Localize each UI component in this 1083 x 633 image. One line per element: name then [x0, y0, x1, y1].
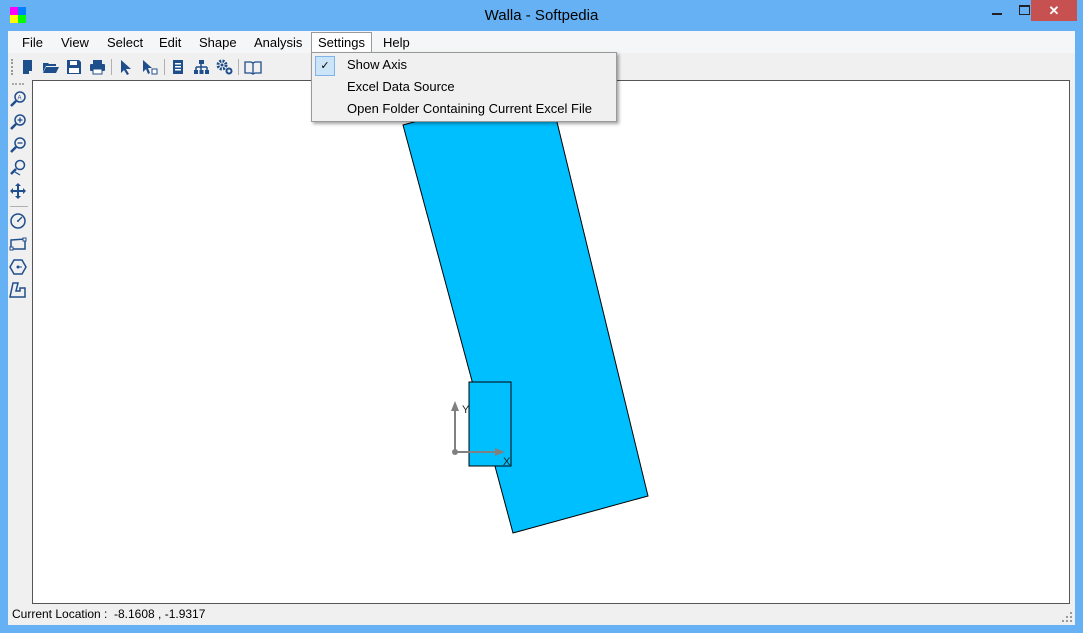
zoom-out-button[interactable] — [8, 135, 28, 155]
pan-icon — [10, 183, 26, 199]
new-button[interactable] — [18, 57, 38, 77]
menu-item-label: Show Axis — [347, 57, 407, 72]
x-axis-label: X — [503, 456, 511, 468]
title-bar: Walla - Softpedia ✕ — [0, 0, 1083, 31]
y-axis-arrow-icon — [451, 401, 459, 411]
circle-tool-icon — [10, 213, 26, 229]
zoom-auto-button[interactable]: A — [8, 89, 28, 109]
y-axis-label: Y — [462, 404, 470, 416]
toolbar-grip[interactable] — [11, 59, 15, 75]
select-arrow-icon — [121, 60, 131, 75]
pan-button[interactable] — [8, 181, 28, 201]
circle-tool-button[interactable] — [8, 211, 28, 231]
select-shape-button[interactable] — [139, 57, 159, 77]
document-button[interactable] — [168, 57, 188, 77]
zoom-in-button[interactable] — [8, 112, 28, 132]
menu-item-excel-data-source[interactable]: Excel Data Source — [312, 76, 616, 98]
hierarchy-icon — [193, 60, 209, 74]
print-button[interactable] — [87, 57, 107, 77]
sidebar-separator — [10, 206, 28, 207]
save-button[interactable] — [64, 57, 84, 77]
menu-shape[interactable]: Shape — [193, 34, 243, 51]
menu-edit[interactable]: Edit — [153, 34, 187, 51]
menu-view[interactable]: View — [55, 34, 95, 51]
toolbar-separator — [164, 59, 165, 75]
window-title: Walla - Softpedia — [484, 7, 599, 24]
zoom-out-icon — [10, 137, 26, 153]
polygon-tool-icon — [9, 259, 27, 275]
rectangle-tool-icon — [9, 237, 27, 251]
small-rectangle-shape[interactable] — [468, 381, 512, 467]
toolbar-separator — [111, 59, 112, 75]
menu-file[interactable]: File — [16, 34, 49, 51]
minimize-button[interactable] — [984, 0, 1010, 21]
rectangle-tool-button[interactable] — [8, 234, 28, 254]
canvas-drawing: Y X — [402, 84, 649, 534]
save-icon — [67, 60, 81, 74]
print-icon — [89, 60, 105, 75]
rotated-rectangle-shape[interactable] — [402, 84, 649, 534]
svg-text:A: A — [18, 96, 22, 102]
menu-item-label: Excel Data Source — [347, 79, 455, 94]
sidebar-grip[interactable] — [12, 83, 24, 85]
new-icon — [23, 60, 32, 74]
polygon-tool-button[interactable] — [8, 257, 28, 277]
menu-bar: File View Select Edit Shape Analysis Set… — [8, 31, 1075, 53]
axis-origin — [452, 449, 458, 455]
current-location-value: -8.1608 , -1.9317 — [114, 607, 206, 621]
close-button[interactable]: ✕ — [1031, 0, 1077, 21]
maximize-icon — [1018, 5, 1030, 15]
checkmark-icon: ✓ — [315, 56, 335, 76]
zoom-in-icon — [10, 114, 26, 130]
menu-help[interactable]: Help — [377, 34, 416, 51]
drawing-canvas[interactable]: Y X — [32, 80, 1070, 604]
current-location-label: Current Location : — [12, 607, 108, 621]
menu-settings[interactable]: Settings — [311, 32, 372, 53]
status-bar: Current Location : -8.1608 , -1.9317 — [8, 603, 1075, 625]
close-icon: ✕ — [1048, 3, 1060, 18]
open-folder-icon — [43, 63, 59, 73]
menu-analysis[interactable]: Analysis — [248, 34, 308, 51]
select-button[interactable] — [116, 57, 136, 77]
menu-select[interactable]: Select — [101, 34, 149, 51]
open-button[interactable] — [41, 57, 61, 77]
minimize-icon — [992, 13, 1002, 15]
settings-button[interactable] — [214, 57, 234, 77]
book-icon — [244, 61, 262, 75]
menu-item-open-folder[interactable]: Open Folder Containing Current Excel Fil… — [312, 98, 616, 120]
menu-item-label: Open Folder Containing Current Excel Fil… — [347, 101, 592, 116]
custom-shape-tool-icon — [9, 282, 26, 298]
settings-dropdown-menu: ✓ Show Axis Excel Data Source Open Folde… — [311, 52, 617, 122]
resize-grip-icon[interactable] — [1061, 611, 1073, 623]
hierarchy-button[interactable] — [191, 57, 211, 77]
zoom-window-button[interactable] — [8, 158, 28, 178]
settings-gears-icon — [216, 59, 232, 75]
zoom-window-icon — [10, 159, 26, 176]
zoom-auto-icon: A — [10, 91, 26, 107]
tool-sidebar: A — [8, 80, 32, 602]
document-list-icon — [173, 60, 183, 74]
custom-shape-tool-button[interactable] — [8, 280, 28, 300]
menu-item-show-axis[interactable]: ✓ Show Axis — [312, 54, 616, 76]
select-shape-icon — [142, 60, 157, 75]
toolbar-separator — [238, 59, 239, 75]
book-button[interactable] — [243, 57, 263, 77]
